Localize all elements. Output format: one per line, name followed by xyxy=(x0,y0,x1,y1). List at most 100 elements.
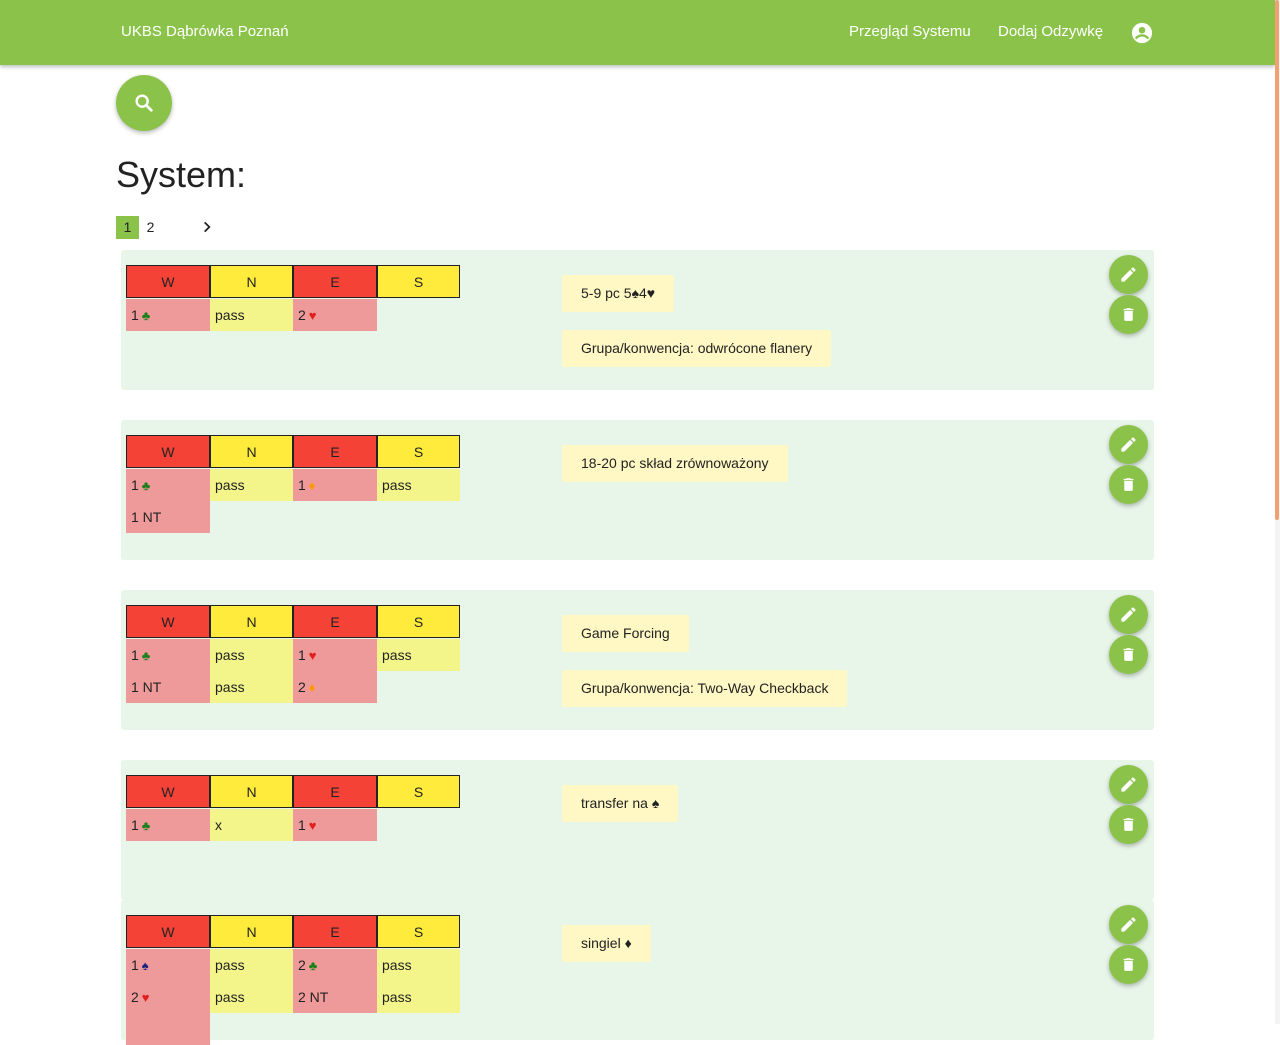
bid-value: 1 xyxy=(298,647,306,663)
top-app-bar: UKBS Dąbrówka Poznań Przegląd Systemu Do… xyxy=(0,0,1275,65)
header-cell-east: E xyxy=(293,605,377,638)
bid-description-tag: singiel ♦ xyxy=(562,925,651,962)
edit-button[interactable] xyxy=(1109,425,1148,464)
header-cell-east: E xyxy=(293,915,377,948)
bid-cell-west: 1 ♣ xyxy=(126,469,210,501)
suit-clubs-icon: ♣ xyxy=(141,308,151,323)
header-cell-east: E xyxy=(293,775,377,808)
header-cell-east: E xyxy=(293,265,377,298)
bid-card: W N E S 1 ♣ pass 1 ♦ pass 1 NT 18-20 pc skład zrówn… xyxy=(121,420,1154,560)
nav-link-add-bid[interactable]: Dodaj Odzywkę xyxy=(998,23,1103,40)
edit-button[interactable] xyxy=(1109,905,1148,944)
bid-cell-west: 1 ♣ xyxy=(126,639,210,671)
bid-value: pass xyxy=(215,989,245,1005)
edit-button[interactable] xyxy=(1109,595,1148,634)
bid-value: 2 xyxy=(298,679,306,695)
delete-button[interactable] xyxy=(1109,635,1148,674)
bid-value: pass xyxy=(215,647,245,663)
bid-cell-east: 1 ♥ xyxy=(293,809,377,841)
bid-card: W N E S 1 ♣ pass 1 ♥ pass 1 NT pass 2 ♦ Game Forcing Gr… xyxy=(121,590,1154,730)
bid-value: 1 NT xyxy=(131,509,162,525)
header-cell-north: N xyxy=(210,605,293,638)
delete-button[interactable] xyxy=(1109,465,1148,504)
bid-cell-north: pass xyxy=(210,671,293,703)
header-cell-south: S xyxy=(377,915,460,948)
header-cell-west: W xyxy=(126,435,210,468)
bid-cell-north: pass xyxy=(210,299,293,331)
pencil-icon xyxy=(1121,267,1136,282)
bid-cell-east: 2 ♣ xyxy=(293,949,377,981)
bid-card: W N E S 1 ♣ x 1 ♥ transfer na ♠ xyxy=(121,760,1154,900)
suit-clubs-icon: ♣ xyxy=(141,478,151,493)
delete-button[interactable] xyxy=(1109,805,1148,844)
suit-diamonds-icon: ♦ xyxy=(308,478,316,493)
bid-value: 2 xyxy=(298,307,306,323)
bid-cell-west: 1 ♠ xyxy=(126,949,210,981)
bid-cell-north: pass xyxy=(210,981,293,1013)
header-cell-south: S xyxy=(377,605,460,638)
bid-value: 1 xyxy=(131,957,139,973)
bid-cell-north: pass xyxy=(210,949,293,981)
bid-cell-west: 1 ♣ xyxy=(126,809,210,841)
page-1-button[interactable]: 1 xyxy=(116,216,139,239)
bid-cell-north: pass xyxy=(210,469,293,501)
bid-value: 2 xyxy=(131,989,139,1005)
bid-cell-north: x xyxy=(210,809,293,841)
pencil-icon xyxy=(1121,917,1136,932)
bid-cell-east: 1 ♥ xyxy=(293,639,377,671)
header-cell-west: W xyxy=(126,605,210,638)
bid-value: pass xyxy=(215,957,245,973)
bid-value: 1 NT xyxy=(131,679,162,695)
bid-cell-east: 2 ♥ xyxy=(293,299,377,331)
page-2-button[interactable]: 2 xyxy=(139,216,162,239)
bid-cell-south: pass xyxy=(377,639,460,671)
trash-icon xyxy=(1123,478,1134,491)
suit-clubs-icon: ♣ xyxy=(141,648,151,663)
bid-cell-west: 2 ♥ xyxy=(126,981,210,1013)
header-cell-west: W xyxy=(126,775,210,808)
bid-description-tag: Grupa/konwencja: odwrócone flanery xyxy=(562,330,832,367)
suit-hearts-icon: ♥ xyxy=(141,990,150,1005)
trash-icon xyxy=(1123,648,1134,661)
edit-button[interactable] xyxy=(1109,255,1148,294)
bid-cell-west: 1 NT xyxy=(126,501,210,533)
bid-cell-east: 2 NT xyxy=(293,981,377,1013)
bid-value: 1 xyxy=(131,647,139,663)
header-cell-south: S xyxy=(377,435,460,468)
suit-diamonds-icon: ♦ xyxy=(308,680,316,695)
bid-cell-west: 1 NT xyxy=(126,671,210,703)
bid-value: pass xyxy=(215,307,245,323)
delete-button[interactable] xyxy=(1109,295,1148,334)
suit-clubs-icon: ♣ xyxy=(308,958,318,973)
bid-card: W N E S 1 ♠ pass 2 ♣ pass 2 ♥ pass 2 NT pass singiel ♦ xyxy=(121,900,1154,1045)
delete-button[interactable] xyxy=(1109,945,1148,984)
search-button[interactable] xyxy=(116,75,172,131)
bid-value: 1 xyxy=(131,477,139,493)
bid-value: 1 xyxy=(131,817,139,833)
brand-title[interactable]: UKBS Dąbrówka Poznań xyxy=(121,23,289,40)
account-circle-icon[interactable] xyxy=(1131,22,1153,44)
header-cell-north: N xyxy=(210,435,293,468)
bid-cell-west xyxy=(126,1013,210,1045)
header-cell-south: S xyxy=(377,775,460,808)
nav-link-system-overview[interactable]: Przegląd Systemu xyxy=(849,23,971,40)
bid-description-tag: 18-20 pc skład zrównoważony xyxy=(562,445,788,482)
bid-description-tag: Game Forcing xyxy=(562,615,689,652)
bid-description-tag: 5-9 pc 5♠4♥ xyxy=(562,275,675,312)
suit-clubs-icon: ♣ xyxy=(141,818,151,833)
header-cell-south: S xyxy=(377,265,460,298)
edit-button[interactable] xyxy=(1109,765,1148,804)
header-cell-west: W xyxy=(126,915,210,948)
header-cell-north: N xyxy=(210,775,293,808)
bid-value: 2 xyxy=(298,957,306,973)
header-cell-north: N xyxy=(210,915,293,948)
bid-value: pass xyxy=(382,957,412,973)
header-cell-north: N xyxy=(210,265,293,298)
scrollbar-thumb[interactable] xyxy=(1275,0,1279,520)
bid-card: W N E S 1 ♣ pass 2 ♥ 5-9 pc 5♠4♥ Grupa/konwencja: … xyxy=(121,250,1154,390)
chevron-right-icon[interactable] xyxy=(200,220,214,234)
bid-cell-south: pass xyxy=(377,949,460,981)
pencil-icon xyxy=(1121,607,1136,622)
bid-value: pass xyxy=(215,477,245,493)
bid-value: 1 xyxy=(298,477,306,493)
